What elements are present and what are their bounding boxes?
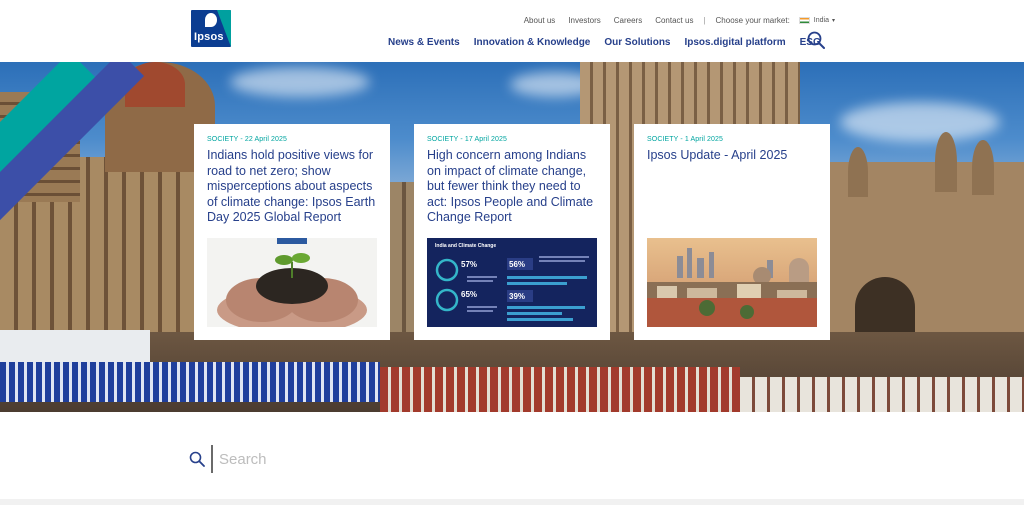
red-boat: [380, 367, 740, 412]
card-title[interactable]: High concern among Indians on impact of …: [427, 148, 597, 226]
util-separator: |: [703, 16, 706, 25]
white-boat: [740, 377, 1024, 412]
market-value: India: [813, 17, 829, 24]
card-thumbnail-city-skyline: [647, 238, 817, 327]
stat-65: 65%: [461, 290, 478, 299]
stat-39: 39%: [509, 292, 526, 301]
nav-innovation-knowledge[interactable]: Innovation & Knowledge: [474, 37, 591, 48]
gateway-turret: [972, 140, 994, 195]
logo-text: Ipsos: [194, 31, 224, 43]
card-thumbnail-hands-soil: [207, 238, 377, 327]
site-header: Ipsos About us Investors Careers Contact…: [0, 0, 1024, 62]
util-link-contact-us[interactable]: Contact us: [655, 16, 693, 25]
card-title[interactable]: Ipsos Update - April 2025: [647, 148, 817, 164]
footer-edge: [0, 499, 1024, 505]
market-selector[interactable]: India ▾: [798, 17, 835, 24]
caret-down-icon: ▾: [831, 18, 835, 24]
main-nav: News & Events Innovation & Knowledge Our…: [388, 37, 835, 48]
hands-soil-image: [207, 238, 377, 327]
stat-56: 56%: [509, 260, 526, 269]
util-link-investors[interactable]: Investors: [568, 16, 600, 25]
search-icon[interactable]: [807, 31, 825, 49]
search-divider: [211, 445, 213, 473]
news-card-earth-day[interactable]: SOCIETY - 22 April 2025 Indians hold pos…: [194, 124, 390, 340]
stat-57: 57%: [461, 260, 478, 269]
search-icon[interactable]: [189, 451, 205, 467]
cloud: [840, 102, 1000, 142]
infographic-graphics: [435, 256, 589, 321]
card-title[interactable]: Indians hold positive views for road to …: [207, 148, 377, 226]
card-thumbnail-infographic: India and Climate Change 57% 56% 65% 39%: [427, 238, 597, 327]
card-meta: SOCIETY - 1 April 2025: [647, 136, 723, 143]
cloud: [230, 67, 370, 97]
card-meta: SOCIETY - 22 April 2025: [207, 136, 287, 143]
nav-news-events[interactable]: News & Events: [388, 37, 460, 48]
util-link-about-us[interactable]: About us: [524, 16, 556, 25]
india-flag-icon: [798, 17, 810, 24]
market-label: Choose your market:: [715, 16, 790, 25]
boat-cabin: [0, 330, 150, 362]
logo-speech-mark: [205, 13, 217, 27]
card-meta: SOCIETY - 17 April 2025: [427, 136, 507, 143]
search-input[interactable]: [219, 450, 619, 468]
nav-our-solutions[interactable]: Our Solutions: [604, 37, 670, 48]
gateway-turret: [848, 147, 868, 197]
gateway-turret: [935, 132, 957, 192]
blue-boat-rail: [0, 362, 380, 402]
news-card-climate-change[interactable]: SOCIETY - 17 April 2025 High concern amo…: [414, 124, 610, 340]
utility-nav: About us Investors Careers Contact us | …: [511, 16, 835, 25]
util-link-careers[interactable]: Careers: [614, 16, 642, 25]
search-bar: [189, 444, 829, 474]
news-card-ipsos-update[interactable]: SOCIETY - 1 April 2025 Ipsos Update - Ap…: [634, 124, 830, 340]
ipsos-logo[interactable]: Ipsos: [191, 10, 231, 47]
nav-ipsos-digital-platform[interactable]: Ipsos.digital platform: [684, 37, 785, 48]
city-skyline-image: [647, 238, 817, 327]
